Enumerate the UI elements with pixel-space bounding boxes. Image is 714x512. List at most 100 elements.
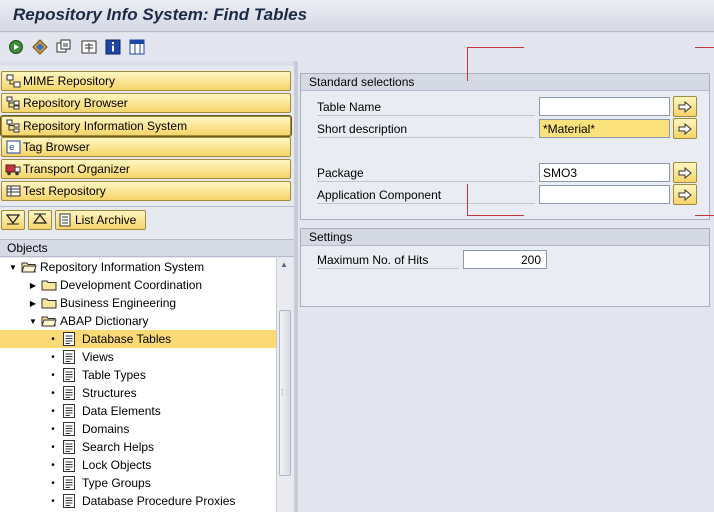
nav-label: Tag Browser bbox=[23, 140, 90, 154]
max-hits-input[interactable] bbox=[463, 250, 547, 269]
field-underline bbox=[317, 268, 459, 269]
bullet-icon: • bbox=[51, 495, 55, 507]
table-name-multiple-selection-button[interactable] bbox=[673, 96, 697, 117]
test-repository-button[interactable]: Test Repository bbox=[1, 181, 291, 201]
collapse-up-icon bbox=[32, 213, 48, 228]
scrollbar-grip-icon: ⁞ bbox=[281, 388, 284, 397]
tree-node-label: Data Elements bbox=[82, 404, 161, 418]
short-description-multiple-selection-button[interactable] bbox=[673, 118, 697, 139]
tree-node-label: Domains bbox=[82, 422, 130, 436]
object-tree: ▼ Repository Information System ▶ Develo… bbox=[0, 258, 276, 512]
arrow-right-icon bbox=[678, 188, 692, 201]
expand-down-button[interactable] bbox=[1, 210, 25, 230]
settings-group: Settings Maximum No. of Hits bbox=[300, 228, 710, 307]
nav-label: Repository Information System bbox=[23, 119, 188, 133]
execute-icon[interactable] bbox=[7, 38, 25, 56]
folder-icon bbox=[41, 298, 57, 309]
collapse-up-button[interactable] bbox=[28, 210, 52, 230]
table-name-input[interactable] bbox=[539, 97, 670, 116]
repository-browser-button[interactable]: Repository Browser bbox=[1, 93, 291, 113]
short-description-input[interactable] bbox=[539, 119, 670, 138]
tree-node-label: Table Types bbox=[82, 368, 146, 382]
group-title: Settings bbox=[301, 229, 709, 246]
nav-label: Repository Browser bbox=[23, 96, 128, 110]
tree-node[interactable]: • Database Procedure Proxies bbox=[0, 492, 276, 510]
list-archive-button[interactable]: List Archive bbox=[55, 210, 146, 230]
nav-label: MIME Repository bbox=[23, 74, 116, 88]
package-row: Package bbox=[301, 162, 709, 184]
tag-browser-button[interactable]: e Tag Browser bbox=[1, 137, 291, 157]
list-archive-icon bbox=[59, 213, 73, 227]
expanded-triangle-icon[interactable]: ▼ bbox=[28, 316, 38, 326]
application-toolbar bbox=[0, 33, 714, 61]
tree-node[interactable]: ▶ Business Engineering bbox=[0, 294, 276, 312]
table-name-label: Table Name bbox=[317, 100, 382, 114]
annotation-line bbox=[467, 47, 468, 81]
table-settings-icon[interactable] bbox=[128, 38, 146, 56]
package-multiple-selection-button[interactable] bbox=[673, 162, 697, 183]
all-selections-icon[interactable] bbox=[80, 38, 98, 56]
tag-browser-icon: e bbox=[4, 139, 22, 155]
folder-icon bbox=[41, 280, 57, 291]
tree-node-label: Database Tables bbox=[82, 332, 172, 346]
field-underline bbox=[317, 181, 535, 182]
nav-label: Transport Organizer bbox=[23, 162, 130, 176]
multiple-selection-icon[interactable] bbox=[55, 38, 73, 56]
tree-node[interactable]: ▶ Development Coordination bbox=[0, 276, 276, 294]
test-repository-icon bbox=[4, 183, 22, 199]
bullet-icon: • bbox=[51, 477, 55, 489]
bullet-icon: • bbox=[51, 459, 55, 471]
bullet-icon: • bbox=[51, 387, 55, 399]
tree-node-label: Search Helps bbox=[82, 440, 155, 454]
document-icon bbox=[63, 458, 75, 472]
standard-selections-group: Standard selections Table Name Short des… bbox=[300, 73, 710, 220]
tree-scrollbar[interactable]: ▲ ⁞ bbox=[276, 258, 292, 512]
collapsed-triangle-icon[interactable]: ▶ bbox=[28, 280, 38, 290]
package-input[interactable] bbox=[539, 163, 670, 182]
info-icon[interactable] bbox=[104, 38, 122, 56]
tree-node[interactable]: • Lock Objects bbox=[0, 456, 276, 474]
arrow-right-icon bbox=[678, 122, 692, 135]
bullet-icon: • bbox=[51, 369, 55, 381]
other-objects-icon[interactable] bbox=[31, 38, 49, 56]
repository-info-system-button[interactable]: Repository Information System bbox=[0, 115, 292, 137]
group-title: Standard selections bbox=[301, 74, 709, 91]
mime-repository-button[interactable]: MIME Repository bbox=[1, 71, 291, 91]
tree-node-label: Lock Objects bbox=[82, 458, 152, 472]
tree-node[interactable]: • Type Groups bbox=[0, 474, 276, 492]
annotation-line bbox=[467, 215, 524, 216]
package-label: Package bbox=[317, 166, 364, 180]
window-title: Repository Info System: Find Tables bbox=[13, 5, 308, 24]
field-underline bbox=[317, 137, 535, 138]
tree-node[interactable]: ▼ Repository Information System bbox=[0, 258, 276, 276]
repository-info-system-icon bbox=[4, 118, 22, 134]
tree-node-label: Database Procedure Proxies bbox=[82, 494, 236, 508]
expanded-triangle-icon[interactable]: ▼ bbox=[8, 262, 18, 272]
tree-node[interactable]: ▼ ABAP Dictionary bbox=[0, 312, 276, 330]
navigation-pane: MIME Repository Repository Browser Repos… bbox=[0, 66, 294, 512]
tree-node-label: Development Coordination bbox=[60, 278, 203, 292]
tree-node[interactable]: • Table Types bbox=[0, 366, 276, 384]
tree-node[interactable]: • Views bbox=[0, 348, 276, 366]
document-icon bbox=[63, 494, 75, 508]
bullet-icon: • bbox=[51, 423, 55, 435]
tree-node-label: Repository Information System bbox=[40, 260, 205, 274]
tree-node-selected[interactable]: • Database Tables bbox=[0, 330, 276, 348]
tree-node[interactable]: • Domains bbox=[0, 420, 276, 438]
application-component-input[interactable] bbox=[539, 185, 670, 204]
tree-node[interactable]: • Data Elements bbox=[0, 402, 276, 420]
expand-down-icon bbox=[5, 213, 21, 228]
scroll-up-icon[interactable]: ▲ bbox=[280, 260, 288, 269]
application-component-multiple-selection-button[interactable] bbox=[673, 184, 697, 205]
transport-organizer-button[interactable]: Transport Organizer bbox=[1, 159, 291, 179]
tree-node-label: Views bbox=[82, 350, 114, 364]
collapsed-triangle-icon[interactable]: ▶ bbox=[28, 298, 38, 308]
tree-node-label: Business Engineering bbox=[60, 296, 177, 310]
document-icon bbox=[63, 404, 75, 418]
tree-node-label: Structures bbox=[82, 386, 137, 400]
bullet-icon: • bbox=[51, 405, 55, 417]
max-hits-row: Maximum No. of Hits bbox=[301, 249, 709, 271]
tree-node[interactable]: • Search Helps bbox=[0, 438, 276, 456]
tree-node[interactable]: • Structures bbox=[0, 384, 276, 402]
folder-open-icon bbox=[21, 262, 37, 273]
